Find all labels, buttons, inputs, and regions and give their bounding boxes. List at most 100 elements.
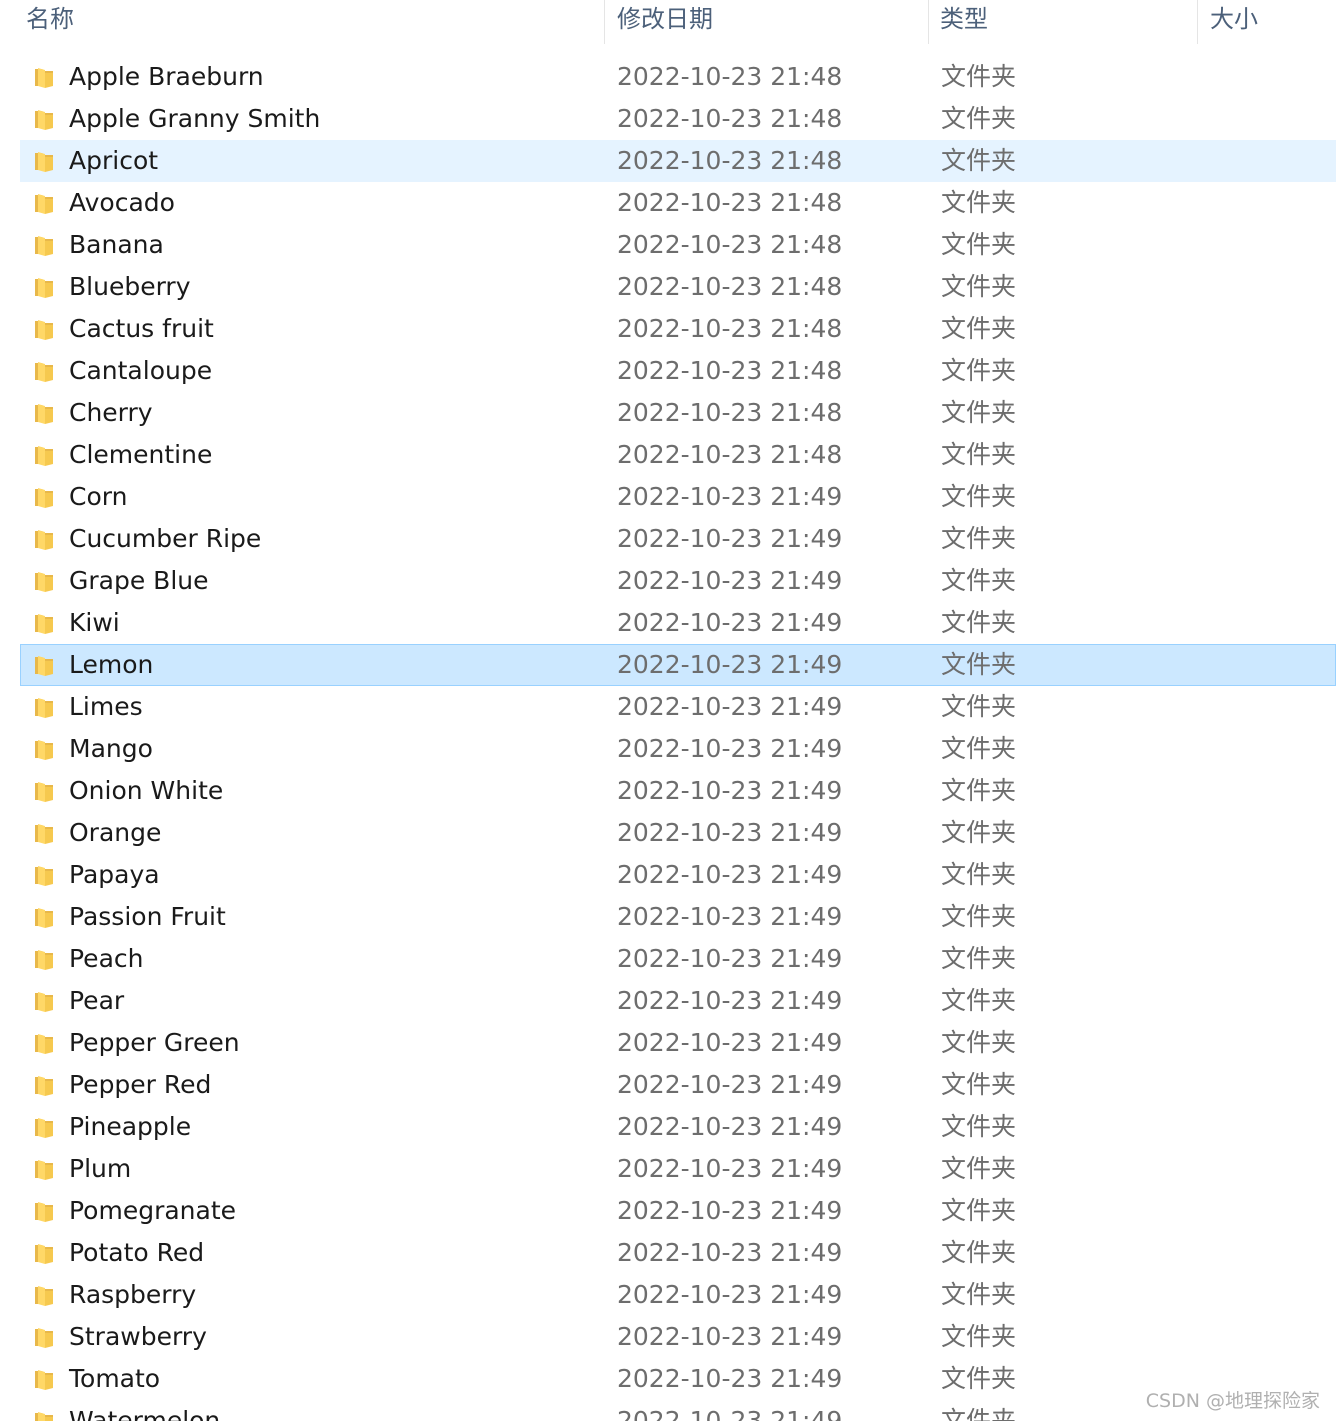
- file-name: Kiwi: [69, 608, 120, 637]
- file-row[interactable]: Limes 2022-10-23 21:49 文件夹: [20, 686, 1336, 728]
- file-row[interactable]: Passion Fruit 2022-10-23 21:49 文件夹: [20, 896, 1336, 938]
- file-name: Apple Granny Smith: [69, 104, 321, 133]
- file-row[interactable]: Lemon 2022-10-23 21:49 文件夹: [20, 644, 1336, 686]
- column-divider[interactable]: [604, 0, 605, 44]
- file-row[interactable]: Avocado 2022-10-23 21:48 文件夹: [20, 182, 1336, 224]
- file-type: 文件夹: [941, 1028, 1017, 1057]
- file-row[interactable]: Watermelon 2022-10-23 21:49 文件夹: [20, 1400, 1336, 1421]
- column-header-type[interactable]: 类型: [940, 0, 988, 42]
- modified-date: 2022-10-23 21:49: [617, 1406, 843, 1421]
- modified-date: 2022-10-23 21:49: [617, 650, 843, 679]
- modified-date: 2022-10-23 21:49: [617, 1196, 843, 1225]
- file-type: 文件夹: [941, 944, 1017, 973]
- modified-date: 2022-10-23 21:49: [617, 860, 843, 889]
- file-name: Apricot: [69, 146, 159, 175]
- file-name: Strawberry: [69, 1322, 207, 1351]
- folder-icon: [33, 1241, 57, 1265]
- folder-icon: [33, 989, 57, 1013]
- folder-icon: [33, 1031, 57, 1055]
- modified-date: 2022-10-23 21:49: [617, 818, 843, 847]
- folder-icon: [33, 443, 57, 467]
- file-type: 文件夹: [941, 818, 1017, 847]
- column-divider[interactable]: [928, 0, 929, 44]
- folder-icon: [33, 737, 57, 761]
- column-header-date[interactable]: 修改日期: [617, 0, 713, 42]
- file-name: Onion White: [69, 776, 224, 805]
- folder-icon: [33, 1283, 57, 1307]
- file-name: Banana: [69, 230, 164, 259]
- file-type: 文件夹: [941, 650, 1017, 679]
- file-type: 文件夹: [941, 230, 1017, 259]
- file-row[interactable]: Raspberry 2022-10-23 21:49 文件夹: [20, 1274, 1336, 1316]
- file-row[interactable]: Clementine 2022-10-23 21:48 文件夹: [20, 434, 1336, 476]
- file-row[interactable]: Apple Braeburn 2022-10-23 21:48 文件夹: [20, 56, 1336, 98]
- modified-date: 2022-10-23 21:49: [617, 566, 843, 595]
- modified-date: 2022-10-23 21:49: [617, 734, 843, 763]
- modified-date: 2022-10-23 21:49: [617, 482, 843, 511]
- modified-date: 2022-10-23 21:48: [617, 146, 843, 175]
- file-row[interactable]: Potato Red 2022-10-23 21:49 文件夹: [20, 1232, 1336, 1274]
- file-type: 文件夹: [941, 104, 1017, 133]
- file-type: 文件夹: [941, 692, 1017, 721]
- file-row[interactable]: Orange 2022-10-23 21:49 文件夹: [20, 812, 1336, 854]
- folder-icon: [33, 65, 57, 89]
- file-row[interactable]: Pineapple 2022-10-23 21:49 文件夹: [20, 1106, 1336, 1148]
- file-row[interactable]: Pomegranate 2022-10-23 21:49 文件夹: [20, 1190, 1336, 1232]
- file-row[interactable]: Mango 2022-10-23 21:49 文件夹: [20, 728, 1336, 770]
- file-name: Pepper Red: [69, 1070, 212, 1099]
- file-row[interactable]: Plum 2022-10-23 21:49 文件夹: [20, 1148, 1336, 1190]
- file-name: Orange: [69, 818, 162, 847]
- file-row[interactable]: Cucumber Ripe 2022-10-23 21:49 文件夹: [20, 518, 1336, 560]
- folder-icon: [33, 1367, 57, 1391]
- folder-icon: [33, 107, 57, 131]
- file-row[interactable]: Apricot 2022-10-23 21:48 文件夹: [20, 140, 1336, 182]
- folder-icon: [33, 947, 57, 971]
- file-row[interactable]: Papaya 2022-10-23 21:49 文件夹: [20, 854, 1336, 896]
- file-row[interactable]: Cherry 2022-10-23 21:48 文件夹: [20, 392, 1336, 434]
- modified-date: 2022-10-23 21:48: [617, 314, 843, 343]
- column-header-size[interactable]: 大小: [1210, 0, 1258, 42]
- folder-icon: [33, 611, 57, 635]
- file-type: 文件夹: [941, 902, 1017, 931]
- file-type: 文件夹: [941, 776, 1017, 805]
- file-row[interactable]: Pepper Red 2022-10-23 21:49 文件夹: [20, 1064, 1336, 1106]
- file-row[interactable]: Kiwi 2022-10-23 21:49 文件夹: [20, 602, 1336, 644]
- file-type: 文件夹: [941, 398, 1017, 427]
- folder-icon: [33, 233, 57, 257]
- file-name: Potato Red: [69, 1238, 205, 1267]
- file-name: Pomegranate: [69, 1196, 237, 1225]
- file-row[interactable]: Apple Granny Smith 2022-10-23 21:48 文件夹: [20, 98, 1336, 140]
- file-row[interactable]: Pepper Green 2022-10-23 21:49 文件夹: [20, 1022, 1336, 1064]
- file-name: Pear: [69, 986, 125, 1015]
- file-row[interactable]: Corn 2022-10-23 21:49 文件夹: [20, 476, 1336, 518]
- folder-icon: [33, 191, 57, 215]
- file-name: Pepper Green: [69, 1028, 240, 1057]
- file-row[interactable]: Strawberry 2022-10-23 21:49 文件夹: [20, 1316, 1336, 1358]
- file-row[interactable]: Pear 2022-10-23 21:49 文件夹: [20, 980, 1336, 1022]
- file-row[interactable]: Onion White 2022-10-23 21:49 文件夹: [20, 770, 1336, 812]
- file-type: 文件夹: [941, 356, 1017, 385]
- file-row[interactable]: Peach 2022-10-23 21:49 文件夹: [20, 938, 1336, 980]
- column-divider[interactable]: [1197, 0, 1198, 44]
- folder-icon: [33, 569, 57, 593]
- file-row[interactable]: Blueberry 2022-10-23 21:48 文件夹: [20, 266, 1336, 308]
- modified-date: 2022-10-23 21:49: [617, 776, 843, 805]
- modified-date: 2022-10-23 21:48: [617, 230, 843, 259]
- folder-icon: [33, 1157, 57, 1181]
- file-row[interactable]: Cantaloupe 2022-10-23 21:48 文件夹: [20, 350, 1336, 392]
- column-header-name[interactable]: 名称: [26, 0, 74, 42]
- file-name: Cherry: [69, 398, 153, 427]
- file-type: 文件夹: [941, 524, 1017, 553]
- file-type: 文件夹: [941, 986, 1017, 1015]
- modified-date: 2022-10-23 21:49: [617, 1238, 843, 1267]
- file-row[interactable]: Banana 2022-10-23 21:48 文件夹: [20, 224, 1336, 266]
- file-type: 文件夹: [941, 608, 1017, 637]
- file-row[interactable]: Cactus fruit 2022-10-23 21:48 文件夹: [20, 308, 1336, 350]
- file-row[interactable]: Tomato 2022-10-23 21:49 文件夹: [20, 1358, 1336, 1400]
- file-row[interactable]: Grape Blue 2022-10-23 21:49 文件夹: [20, 560, 1336, 602]
- file-name: Corn: [69, 482, 128, 511]
- file-name: Avocado: [69, 188, 175, 217]
- file-type: 文件夹: [941, 1238, 1017, 1267]
- column-header-bar: 名称 修改日期 类型 大小: [0, 0, 1336, 44]
- file-name: Raspberry: [69, 1280, 197, 1309]
